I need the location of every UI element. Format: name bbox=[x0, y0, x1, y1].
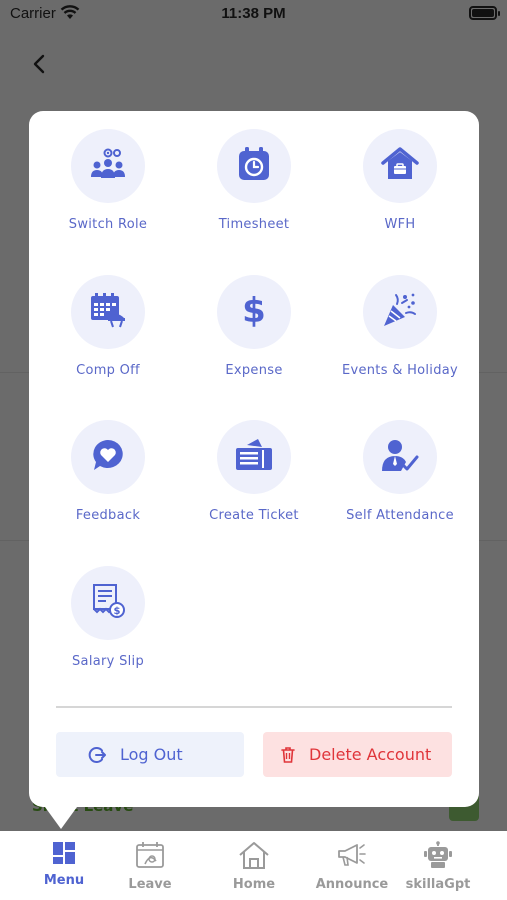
menu-item-label: Expense bbox=[225, 363, 283, 378]
feedback-icon bbox=[91, 438, 125, 476]
tab-menu[interactable]: Menu bbox=[19, 841, 109, 888]
menu-item-label: Timesheet bbox=[218, 217, 290, 232]
menu-item-timesheet[interactable]: Timesheet bbox=[181, 129, 327, 232]
menu-item-label: Comp Off bbox=[76, 363, 140, 378]
delete-account-label: Delete Account bbox=[309, 745, 432, 764]
tab-leave[interactable]: Leave bbox=[105, 841, 195, 892]
svg-text:$: $ bbox=[114, 606, 121, 617]
grid-menu-icon bbox=[52, 842, 76, 869]
create-ticket-icon bbox=[234, 437, 274, 477]
menu-item-events-holiday[interactable]: Events & Holiday bbox=[327, 275, 473, 378]
menu-item-salary-slip[interactable]: $ Salary Slip bbox=[35, 566, 181, 669]
menu-item-label: Self Attendance bbox=[346, 508, 454, 523]
tab-skillagpt[interactable]: skillaGpt bbox=[393, 841, 483, 892]
logout-button[interactable]: Log Out bbox=[56, 732, 244, 777]
tab-label: Leave bbox=[128, 877, 172, 892]
robot-icon bbox=[423, 841, 453, 873]
delete-account-button[interactable]: Delete Account bbox=[263, 732, 452, 777]
tab-label: Announce bbox=[315, 877, 389, 892]
menu-item-label: WFH bbox=[384, 217, 416, 232]
switch-role-icon bbox=[89, 147, 127, 185]
menu-item-label: Salary Slip bbox=[72, 654, 144, 669]
menu-item-label: Events & Holiday bbox=[341, 363, 459, 378]
menu-item-comp-off[interactable]: Comp Off bbox=[35, 275, 181, 378]
status-bar: Carrier 11:38 PM bbox=[0, 0, 507, 28]
events-holiday-icon bbox=[381, 291, 419, 333]
back-icon[interactable] bbox=[28, 52, 52, 76]
self-attendance-icon bbox=[381, 438, 419, 476]
menu-item-label: Feedback bbox=[75, 508, 141, 523]
tab-announce[interactable]: Announce bbox=[307, 841, 397, 892]
menu-item-label: Create Ticket bbox=[209, 508, 299, 523]
tab-label: Menu bbox=[43, 873, 85, 888]
svg-text:$: $ bbox=[242, 291, 266, 329]
calendar-leave-icon bbox=[135, 842, 165, 873]
wfh-icon bbox=[381, 147, 419, 185]
home-icon bbox=[238, 842, 270, 873]
timesheet-icon bbox=[237, 146, 271, 186]
bottom-tab-bar: Menu Leave Home Announce skillaGpt bbox=[0, 831, 507, 900]
trash-icon bbox=[281, 746, 295, 763]
logout-label: Log Out bbox=[120, 745, 183, 764]
battery-icon bbox=[469, 6, 500, 20]
menu-item-self-attendance[interactable]: Self Attendance bbox=[327, 420, 473, 523]
menu-item-label: Switch Role bbox=[68, 217, 148, 232]
menu-item-wfh[interactable]: WFH bbox=[327, 129, 473, 232]
menu-item-feedback[interactable]: Feedback bbox=[35, 420, 181, 523]
logout-icon bbox=[88, 746, 106, 764]
menu-item-create-ticket[interactable]: Create Ticket bbox=[181, 420, 327, 523]
menu-popup: Switch Role Timesheet WFH Comp Off $ Exp… bbox=[29, 111, 479, 829]
expense-icon: $ bbox=[241, 291, 267, 333]
comp-off-icon bbox=[89, 292, 127, 332]
clock: 11:38 PM bbox=[221, 5, 286, 22]
menu-item-expense[interactable]: $ Expense bbox=[181, 275, 327, 378]
menu-item-switch-role[interactable]: Switch Role bbox=[35, 129, 181, 232]
tab-label: Home bbox=[232, 877, 276, 892]
menu-divider bbox=[56, 706, 452, 708]
salary-slip-icon: $ bbox=[90, 583, 126, 623]
megaphone-icon bbox=[336, 844, 368, 873]
tab-label: skillaGpt bbox=[405, 877, 471, 892]
tab-home[interactable]: Home bbox=[209, 841, 299, 892]
popup-pointer bbox=[45, 807, 77, 829]
